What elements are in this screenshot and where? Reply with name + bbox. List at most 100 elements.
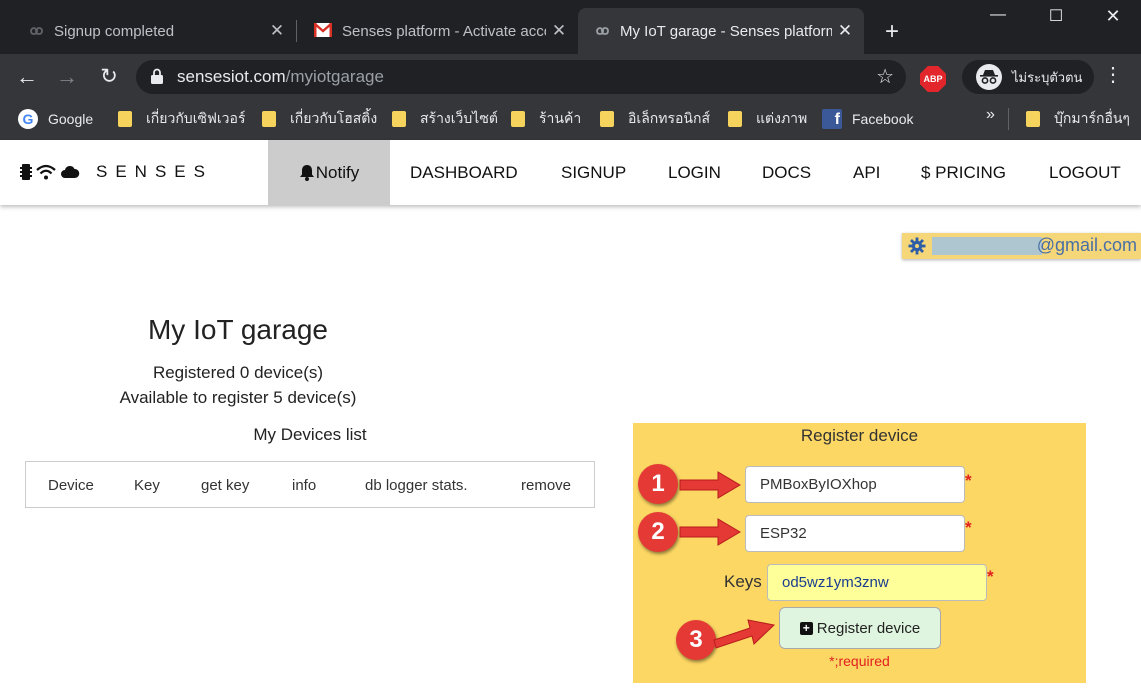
lock-icon [150,68,164,84]
user-email-badge[interactable]: @gmail.com [902,233,1141,259]
nav-api[interactable]: API [853,140,880,205]
devices-list-title: My Devices list [253,425,367,444]
folder-icon [728,111,742,127]
tab-title: Signup completed [54,22,175,40]
col-header-remove: remove [521,477,572,494]
nav-notify[interactable]: Notify [268,140,390,205]
bookmark-folder-website[interactable]: สร้างเว็บไซต์ [392,108,498,130]
menu-kebab-icon[interactable]: ⋮ [1103,62,1123,87]
bookmark-label: Facebook [852,111,914,127]
col-header-device: Device [48,477,94,494]
nav-login[interactable]: LOGIN [668,140,721,205]
nav-dashboard[interactable]: DASHBOARD [410,140,518,205]
bookmark-facebook[interactable]: f Facebook [822,108,913,130]
nav-docs[interactable]: DOCS [762,140,811,205]
bookmark-folder-server[interactable]: เกี่ยวกับเซิฟเวอร์ [118,108,245,130]
wifi-icon [36,164,56,180]
folder-icon [262,111,276,127]
tab-signup-completed[interactable]: Signup completed ✕ [0,8,296,54]
address-bar[interactable]: sensesiot.com/myiotgarage ☆ [136,60,906,94]
nav-pricing[interactable]: $ PRICING [921,140,1006,205]
registered-count: Registered 0 device(s) [152,363,324,382]
abp-label: ABP [923,74,943,84]
col-header-get-key: get key [201,477,250,494]
required-star: * [987,567,994,586]
step-2-badge: 2 [638,512,678,552]
device-name-input[interactable] [745,466,965,503]
available-count: Available to register 5 device(s) [119,388,357,407]
bookmark-google[interactable]: G Google [18,108,93,130]
bookmarks-divider [1008,108,1009,130]
tab-close-icon[interactable]: ✕ [546,21,572,41]
folder-icon [118,111,132,127]
folder-icon [511,111,525,127]
reload-icon[interactable]: ↻ [94,62,124,92]
tab-title: My IoT garage - Senses platform [620,22,832,40]
url-host: sensesiot.com [177,67,286,86]
incognito-icon [976,64,1002,90]
bookmark-label: เกี่ยวกับเซิฟเวอร์ [146,110,246,126]
bookmark-folder-electronics[interactable]: อิเล็กทรอนิกส์ [600,108,710,130]
bookmark-folder-photo[interactable]: แต่งภาพ [728,108,807,130]
gear-icon [908,237,926,255]
gmail-icon [314,23,332,39]
back-arrow-icon[interactable]: ← [12,62,42,92]
site-navbar: SENSES Notify DASHBOARD SIGNUP LOGIN DOC… [0,140,1141,205]
infinity-icon [26,23,44,39]
bookmark-folder-shop[interactable]: ร้านค้า [511,108,581,130]
nav-signup[interactable]: SIGNUP [561,140,626,205]
device-key-input[interactable] [767,564,987,601]
infinity-icon [592,23,610,39]
step-1-arrow [679,471,741,499]
close-window-icon[interactable]: ✕ [1093,6,1133,27]
tab-my-iot-garage[interactable]: My IoT garage - Senses platform ✕ [578,8,864,54]
page-title: My IoT garage [147,314,329,345]
required-star: * [965,471,972,490]
register-panel-title: Register device [800,426,919,445]
redacted-username [932,237,1042,255]
adblock-plus-icon[interactable]: ABP [920,66,946,92]
tab-senses-activate[interactable]: Senses platform - Activate acco ✕ [288,8,578,54]
url-path: /myiotgarage [285,67,384,86]
bookmark-label: สร้างเว็บไซต์ [420,110,498,126]
col-header-key: Key [134,477,160,494]
other-bookmarks[interactable]: บุ๊กมาร์กอื่นๆ [1026,108,1130,130]
incognito-profile-button[interactable]: ไม่ระบุตัวตน [962,60,1094,94]
other-bookmarks-label: บุ๊กมาร์กอื่นๆ [1054,110,1130,126]
col-header-info: info [292,477,317,494]
new-tab-button[interactable]: + [878,18,906,46]
maximize-icon[interactable]: ☐ [1036,6,1076,26]
email-suffix: @gmail.com [1036,235,1137,255]
chip-icon [20,164,32,180]
nav-logout[interactable]: LOGOUT [1049,140,1121,205]
folder-icon [1026,111,1040,127]
bookmark-folder-hosting[interactable]: เกี่ยวกับโฮสติ้ง [262,108,377,130]
step-1-badge: 1 [638,464,678,504]
step-3-arrow [713,619,776,649]
step-2-arrow [679,518,741,546]
tab-close-icon[interactable]: ✕ [264,21,290,41]
folder-icon [392,111,406,127]
register-button-label: Register device [816,619,921,637]
bookmark-label: Google [48,111,94,127]
bookmark-label: แต่งภาพ [756,110,808,126]
facebook-icon: f [822,109,842,129]
nav-notify-label: Notify [315,162,360,182]
profile-label: ไม่ระบุตัวตน [1012,69,1083,85]
minimize-icon[interactable]: — [978,6,1018,24]
folder-icon [600,111,614,127]
bookmarks-more-button[interactable]: » [986,106,995,124]
bookmark-label: เกี่ยวกับโฮสติ้ง [290,110,378,126]
brand-logo[interactable]: SENSES [20,162,213,182]
device-type-input[interactable] [745,515,965,552]
plus-square-icon: + [799,621,813,635]
devices-table: Device Key get key info db logger stats.… [25,461,595,508]
bookmark-label: อิเล็กทรอนิกส์ [628,110,710,126]
forward-arrow-icon[interactable]: → [52,62,82,92]
google-icon: G [18,109,38,129]
register-device-button[interactable]: + Register device [779,607,941,649]
bookmark-star-icon[interactable]: ☆ [876,64,894,89]
tab-close-icon[interactable]: ✕ [832,21,858,41]
url-text: sensesiot.com/myiotgarage [177,67,384,87]
bookmark-label: ร้านค้า [539,110,582,126]
